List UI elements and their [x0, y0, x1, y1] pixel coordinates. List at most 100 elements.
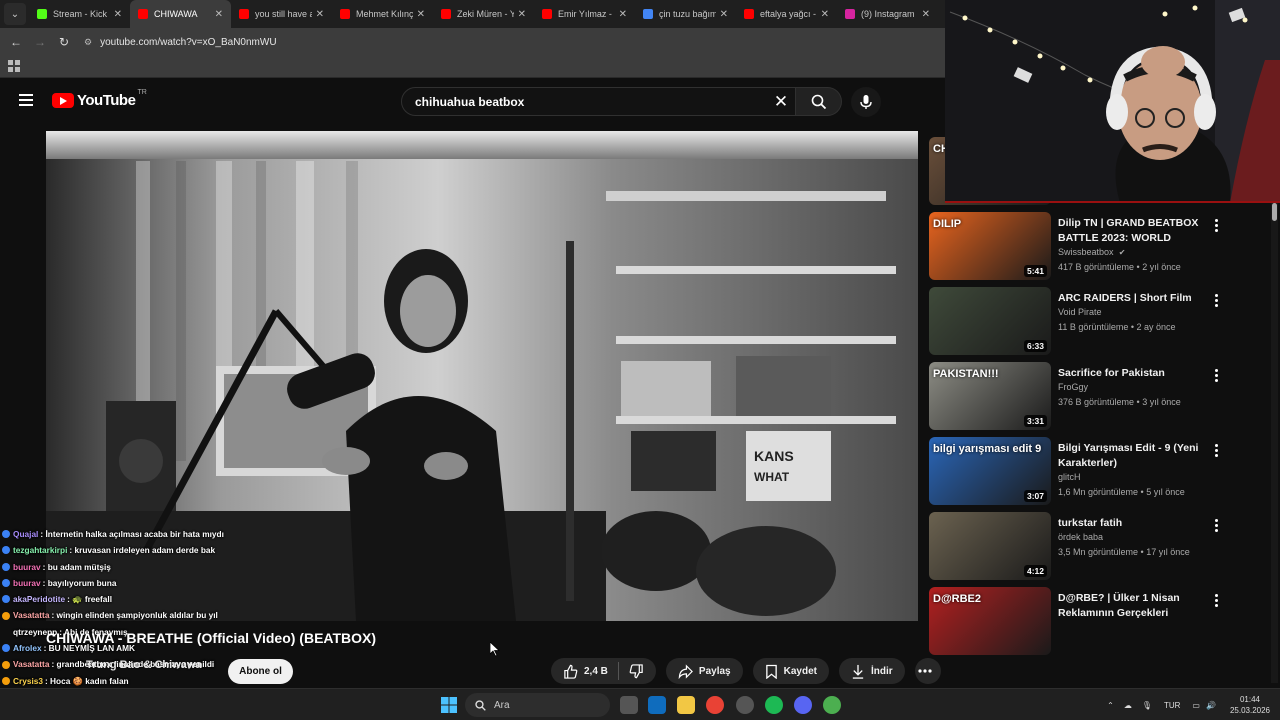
sidebar-scrollbar[interactable] — [1271, 203, 1278, 683]
video-thumbnail[interactable]: D@RBE2 — [929, 587, 1051, 655]
browser-tab[interactable]: eftalya yağcı - ✕ — [736, 0, 837, 28]
discord-icon[interactable] — [794, 696, 812, 714]
recommended-channel-name: Void Pirate — [1058, 307, 1102, 317]
file-explorer-icon[interactable] — [677, 696, 695, 714]
recommended-title[interactable]: Sacrifice for Pakistan — [1058, 366, 1206, 381]
volume-icon[interactable]: 🔊 — [1206, 701, 1216, 710]
recommended-channel[interactable]: ördek baba — [1058, 532, 1103, 542]
recommended-video[interactable]: DILIP 5:41 Dilip TN | GRAND BEATBOX BATTLE… — [929, 212, 1271, 287]
search-button[interactable] — [796, 87, 842, 116]
save-button[interactable]: Kaydet — [752, 658, 829, 684]
browser-tab[interactable]: you still have a ✕ — [231, 0, 332, 28]
voice-search-button[interactable] — [851, 87, 881, 117]
browser-tab[interactable]: (9) Instagram ✕ — [837, 0, 938, 28]
chrome-icon[interactable] — [706, 696, 724, 714]
chat-text: : bayılıyorum buna — [42, 577, 117, 588]
recommended-video[interactable]: 6:33 ARC RAIDERS | Short Film Void Pirate 1… — [929, 287, 1271, 362]
tab-title: çin tuzu bağım — [659, 9, 716, 19]
menu-icon[interactable] — [19, 94, 33, 106]
subscribe-button[interactable]: Abone ol — [228, 659, 293, 684]
verified-check-icon: ✔ — [1116, 248, 1126, 257]
recommended-channel[interactable]: Void Pirate — [1058, 307, 1102, 317]
chat-message: Crysis3: Hoca 🍪 kadın falan — [2, 673, 262, 689]
more-options-icon[interactable] — [1215, 519, 1219, 534]
tab-close-icon[interactable]: ✕ — [518, 9, 526, 20]
scrollbar-thumb[interactable] — [1272, 203, 1277, 221]
reload-icon[interactable]: ↻ — [52, 35, 76, 49]
tab-strip: Stream - Kick D✕CHIWAWA✕you still have a… — [29, 0, 938, 28]
tab-close-icon[interactable]: ✕ — [720, 9, 728, 20]
video-duration: 6:33 — [1023, 340, 1047, 352]
more-options-icon[interactable] — [1215, 594, 1219, 609]
recommended-title[interactable]: ARC RAIDERS | Short Film — [1058, 291, 1206, 306]
back-arrow-icon[interactable]: ← — [4, 35, 28, 49]
search-input[interactable]: chihuahua beatbox ✕ — [401, 87, 796, 116]
onedrive-icon[interactable]: ☁ — [1124, 701, 1132, 710]
store-icon[interactable] — [648, 696, 666, 714]
tab-favicon-icon — [643, 9, 653, 19]
video-thumbnail[interactable]: 6:33 — [929, 287, 1051, 355]
taskbar-search-box[interactable]: Ara — [465, 693, 610, 717]
recommended-title[interactable]: turkstar fatih — [1058, 516, 1206, 531]
download-button[interactable]: İndir — [838, 658, 905, 684]
browser-tab[interactable]: Emir Yılmaz - B ✕ — [534, 0, 635, 28]
tab-title: CHIWAWA — [154, 9, 198, 19]
forward-arrow-icon[interactable]: → — [28, 35, 52, 49]
video-thumbnail[interactable]: 4:12 — [929, 512, 1051, 580]
more-options-icon[interactable] — [1215, 294, 1219, 309]
browser-tab[interactable]: Zeki Müren - Y ✕ — [433, 0, 534, 28]
clock[interactable]: 01:44 25.03.2026 — [1230, 694, 1270, 716]
browser-tab[interactable]: Stream - Kick D ✕ — [29, 0, 130, 28]
tab-close-icon[interactable]: ✕ — [316, 9, 324, 20]
tab-close-icon[interactable]: ✕ — [417, 9, 425, 20]
tab-favicon-icon — [37, 9, 47, 19]
chrome-profile-icon[interactable] — [823, 696, 841, 714]
channel-name[interactable]: Trung Bao & Chiwawa — [86, 659, 202, 671]
tab-close-icon[interactable]: ✕ — [619, 9, 627, 20]
more-options-icon[interactable] — [1215, 444, 1219, 459]
dislike-button[interactable] — [629, 663, 644, 679]
share-button[interactable]: Paylaş — [665, 658, 743, 684]
video-thumbnail[interactable]: bilgi yarışması edit 9 3:07 — [929, 437, 1051, 505]
recommended-title[interactable]: Dilip TN | GRAND BEATBOX BATTLE 2023: WO… — [1058, 216, 1206, 246]
recommended-title[interactable]: Bilgi Yarışması Edit - 9 (Yeni Karakterl… — [1058, 441, 1206, 471]
tab-close-icon[interactable]: ✕ — [114, 9, 122, 20]
youtube-logo[interactable]: YouTube TR — [52, 89, 147, 109]
recommended-video[interactable]: D@RBE2 D@RBE? | Ülker 1 Nisan Reklamının … — [929, 587, 1271, 662]
recommended-channel[interactable]: glitcH — [1058, 472, 1081, 482]
youtube-play-icon — [52, 93, 74, 108]
like-divider — [617, 662, 619, 680]
video-thumbnail[interactable]: DILIP 5:41 — [929, 212, 1051, 280]
browser-tab[interactable]: CHIWAWA ✕ — [130, 0, 231, 28]
browser-tab[interactable]: çin tuzu bağım ✕ — [635, 0, 736, 28]
apps-grid-icon[interactable] — [8, 60, 20, 72]
recommended-video[interactable]: PAKISTAN!!! 3:31 Sacrifice for Pakistan Fro… — [929, 362, 1271, 437]
network-icon[interactable]: ▭ — [1192, 701, 1200, 710]
recommended-video[interactable]: 4:12 turkstar fatih ördek baba 3,5 Mn görün… — [929, 512, 1271, 587]
windows-start-icon[interactable] — [441, 697, 457, 713]
recommended-title[interactable]: D@RBE? | Ülker 1 Nisan Reklamının Gerçek… — [1058, 591, 1206, 621]
recommended-video[interactable]: bilgi yarışması edit 9 3:07 Bilgi Yarışmas… — [929, 437, 1271, 512]
spotify-icon[interactable] — [765, 696, 783, 714]
tab-close-icon[interactable]: ✕ — [215, 9, 223, 20]
tray-chevron-icon[interactable]: ⌃ — [1107, 701, 1114, 710]
clear-search-icon[interactable]: ✕ — [767, 92, 795, 112]
recommended-channel[interactable]: FroGgy — [1058, 382, 1088, 392]
recommended-channel[interactable]: Swissbeatbox ✔ — [1058, 247, 1125, 257]
more-options-icon[interactable] — [1215, 369, 1219, 384]
language-indicator[interactable]: TUR — [1164, 701, 1180, 710]
more-options-icon[interactable] — [1215, 219, 1219, 234]
browser-tab[interactable]: Mehmet Kılınç ✕ — [332, 0, 433, 28]
search-icon — [811, 94, 826, 109]
tab-search-chevron-icon[interactable]: ⌄ — [4, 3, 26, 25]
tab-close-icon[interactable]: ✕ — [922, 9, 930, 20]
tab-close-icon[interactable]: ✕ — [821, 9, 829, 20]
mic-tray-icon[interactable]: 🎙 — [1142, 701, 1152, 710]
app-icon[interactable] — [736, 696, 754, 714]
site-info-icon[interactable]: ⚙ — [84, 37, 92, 48]
chat-badge-icon — [2, 611, 10, 620]
video-thumbnail[interactable]: PAKISTAN!!! 3:31 — [929, 362, 1051, 430]
like-button[interactable]: 2,4 B — [563, 664, 608, 679]
task-view-icon[interactable] — [620, 696, 638, 714]
url-field[interactable]: ⚙ youtube.com/watch?v=xO_BaN0nmWU — [84, 37, 277, 48]
